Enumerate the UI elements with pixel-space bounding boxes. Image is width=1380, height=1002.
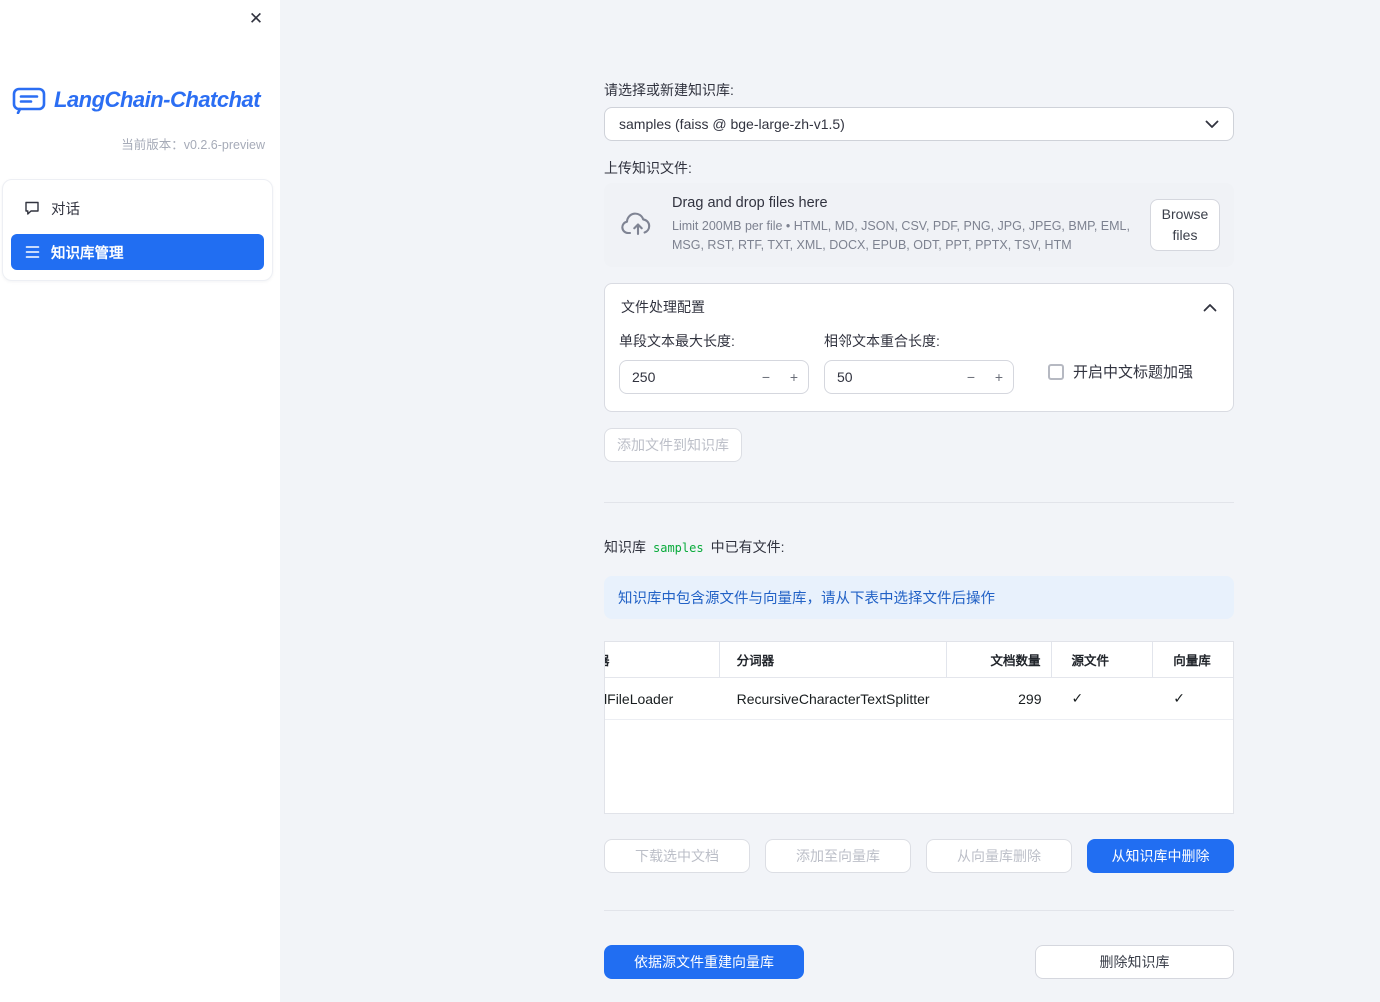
existing-files-suffix: 中已有文件: bbox=[710, 539, 785, 555]
col-header-splitter[interactable]: 分词器 bbox=[720, 642, 947, 677]
file-config-body: 单段文本最大长度: 250 − + 相邻文本重合长度: 50 − + 开启中文标… bbox=[605, 325, 1233, 411]
uploader-texts: Drag and drop files here Limit 200MB per… bbox=[672, 195, 1150, 256]
kb-select[interactable]: samples (faiss @ bge-large-zh-v1.5) bbox=[604, 107, 1234, 141]
cell-loader: UnstructuredFileLoader bbox=[605, 690, 674, 707]
col-header-source-file[interactable]: 源文件 bbox=[1052, 642, 1154, 677]
col-header-loader[interactable]: 文档加载器 bbox=[605, 642, 720, 677]
info-banner: 知识库中包含源文件与向量库，请从下表中选择文件后操作 bbox=[604, 576, 1234, 619]
sidebar-menu: 对话 知识库管理 bbox=[2, 179, 273, 281]
cell-vector-check: ✓ bbox=[1173, 690, 1185, 706]
zh-title-enhance-label: 开启中文标题加强 bbox=[1073, 364, 1194, 381]
main-content: 请选择或新建知识库: samples (faiss @ bge-large-zh… bbox=[604, 0, 1234, 979]
rebuild-vector-store-button[interactable]: 依据源文件重建向量库 bbox=[604, 945, 804, 979]
chunk-size-decrement-button[interactable]: − bbox=[752, 361, 780, 393]
kb-list-icon bbox=[24, 245, 40, 259]
sidebar-item-label: 知识库管理 bbox=[51, 245, 124, 262]
chevron-up-icon bbox=[1203, 303, 1217, 312]
chevron-down-icon bbox=[1205, 120, 1219, 129]
file-config-title: 文件处理配置 bbox=[621, 299, 705, 315]
delete-from-kb-button[interactable]: 从知识库中删除 bbox=[1087, 839, 1234, 873]
chat-bubble-icon bbox=[24, 200, 40, 216]
col-header-vector-store[interactable]: 向量库 bbox=[1153, 642, 1233, 677]
existing-files-prefix: 知识库 bbox=[604, 539, 646, 555]
overlap-size-value: 50 bbox=[837, 369, 853, 385]
overlap-size-field: 相邻文本重合长度: 50 − + bbox=[824, 331, 1014, 394]
cloud-upload-icon bbox=[620, 211, 656, 239]
kb-bottom-actions: 依据源文件重建向量库 删除知识库 bbox=[604, 945, 1234, 979]
overlap-size-input[interactable]: 50 − + bbox=[824, 360, 1014, 394]
chunk-size-label: 单段文本最大长度: bbox=[619, 333, 735, 349]
browse-files-button[interactable]: Browse files bbox=[1150, 199, 1220, 251]
kb-select-label: 请选择或新建知识库: bbox=[604, 82, 734, 98]
file-config-expander: 文件处理配置 单段文本最大长度: 250 − + 相邻文本重合长度: 50 − … bbox=[604, 283, 1234, 412]
kb-select-value: samples (faiss @ bge-large-zh-v1.5) bbox=[619, 116, 845, 132]
add-files-to-kb-button[interactable]: 添加文件到知识库 bbox=[604, 428, 742, 462]
divider bbox=[604, 910, 1234, 911]
delete-kb-button[interactable]: 删除知识库 bbox=[1035, 945, 1234, 979]
chunk-size-input[interactable]: 250 − + bbox=[619, 360, 809, 394]
file-uploader-dropzone[interactable]: Drag and drop files here Limit 200MB per… bbox=[604, 183, 1234, 267]
chunk-size-field: 单段文本最大长度: 250 − + bbox=[619, 331, 809, 394]
sidebar-item-kb-manage[interactable]: 知识库管理 bbox=[11, 234, 264, 270]
zh-title-enhance-checkbox[interactable]: 开启中文标题加强 bbox=[1048, 361, 1193, 382]
cell-splitter: RecursiveCharacterTextSplitter bbox=[736, 690, 930, 707]
sidebar-close-button[interactable]: ✕ bbox=[245, 8, 267, 30]
upload-label: 上传知识文件: bbox=[604, 160, 692, 176]
app-canvas: ✕ LangChain-Chatchat 当前版本：v0.2.6-preview bbox=[0, 0, 1380, 1002]
app-logo: LangChain-Chatchat bbox=[0, 0, 280, 114]
app-logo-text: LangChain-Chatchat bbox=[54, 87, 261, 112]
chunk-size-value: 250 bbox=[632, 369, 656, 385]
cell-doc-count: 299 bbox=[1018, 690, 1042, 707]
uploader-limit-text: Limit 200MB per file • HTML, MD, JSON, C… bbox=[672, 218, 1130, 252]
version-caption: 当前版本：v0.2.6-preview bbox=[121, 138, 265, 152]
delete-from-vector-store-button[interactable]: 从向量库删除 bbox=[926, 839, 1072, 873]
checkbox-box-icon bbox=[1048, 363, 1064, 380]
sidebar-item-label: 对话 bbox=[51, 201, 80, 218]
table-row[interactable]: UnstructuredFileLoader RecursiveCharacte… bbox=[605, 678, 1233, 720]
chunk-size-increment-button[interactable]: + bbox=[780, 361, 808, 393]
file-action-buttons: 下载选中文档 添加至向量库 从向量库删除 从知识库中删除 bbox=[604, 839, 1234, 873]
existing-files-caption: 知识库 samples 中已有文件: bbox=[604, 539, 1234, 557]
uploader-drag-text: Drag and drop files here bbox=[672, 194, 828, 211]
kb-name-code: samples bbox=[653, 541, 704, 555]
col-header-doc-count[interactable]: 文档数量 bbox=[947, 642, 1052, 677]
overlap-size-label: 相邻文本重合长度: bbox=[824, 333, 940, 349]
sidebar-item-dialogue[interactable]: 对话 bbox=[11, 190, 264, 226]
file-config-expander-header[interactable]: 文件处理配置 bbox=[605, 284, 1233, 325]
chat-logo-icon bbox=[12, 86, 46, 114]
add-to-vector-store-button[interactable]: 添加至向量库 bbox=[765, 839, 911, 873]
download-selected-button[interactable]: 下载选中文档 bbox=[604, 839, 750, 873]
overlap-size-increment-button[interactable]: + bbox=[985, 361, 1013, 393]
table-header-row: 文档加载器 分词器 文档数量 源文件 向量库 bbox=[605, 642, 1233, 678]
kb-files-table[interactable]: 文档加载器 分词器 文档数量 源文件 向量库 UnstructuredFileL… bbox=[604, 641, 1234, 814]
overlap-size-decrement-button[interactable]: − bbox=[957, 361, 985, 393]
divider bbox=[604, 502, 1234, 503]
sidebar: ✕ LangChain-Chatchat 当前版本：v0.2.6-preview bbox=[0, 0, 280, 1002]
cell-source-check: ✓ bbox=[1071, 690, 1084, 706]
